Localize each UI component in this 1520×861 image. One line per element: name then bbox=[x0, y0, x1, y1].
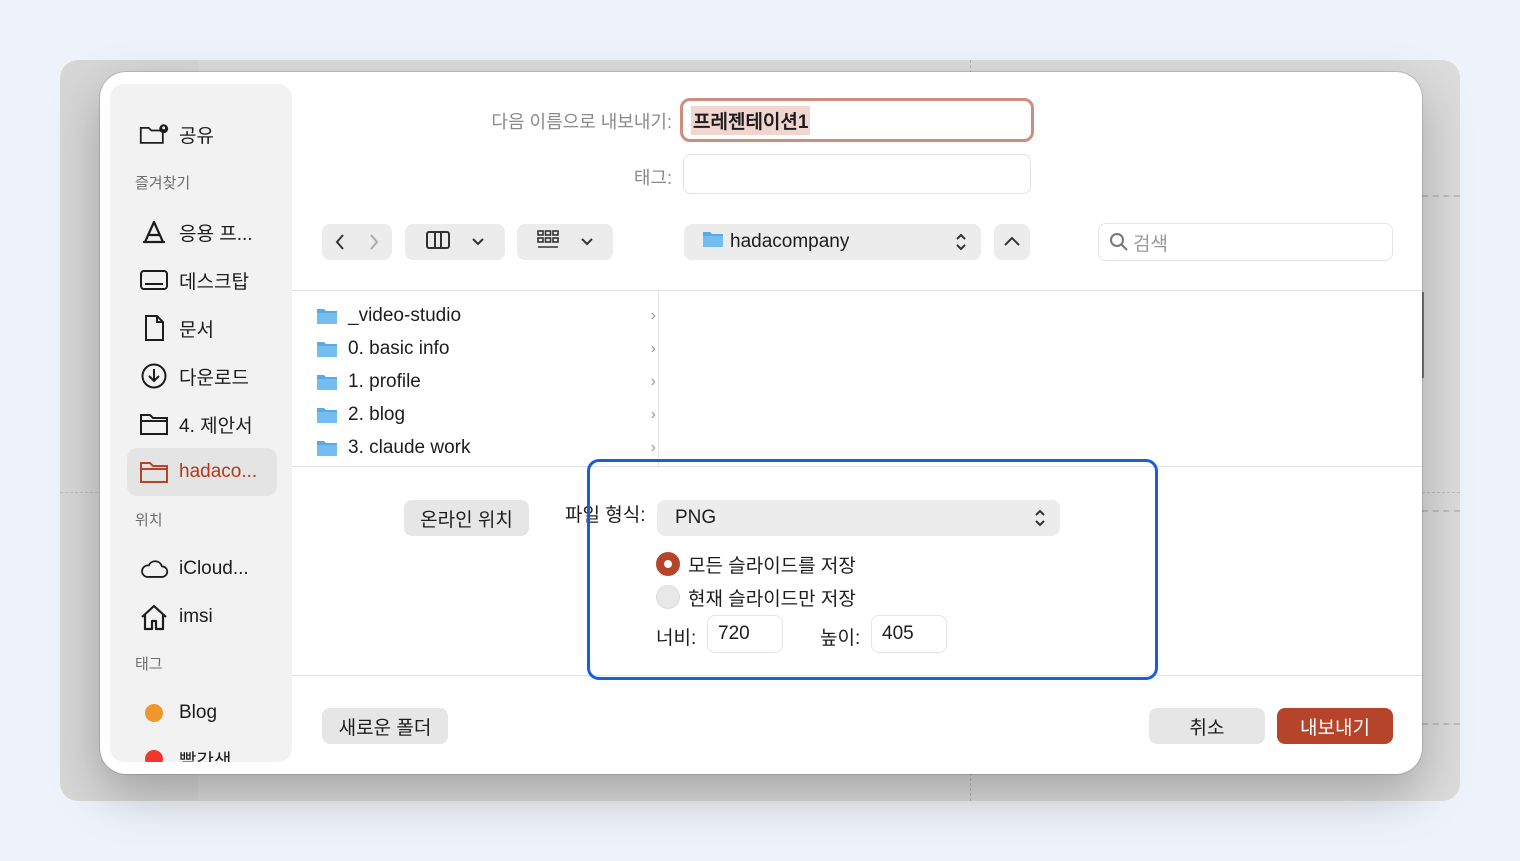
list-item[interactable]: _video-studio › bbox=[316, 301, 656, 331]
folder-name: 2. blog bbox=[348, 404, 406, 425]
file-name-input[interactable]: 프레젠테이션1 bbox=[680, 98, 1034, 142]
tag-color-dot bbox=[145, 750, 163, 762]
sidebar: 공유 즐겨찾기 응용 프... 데스크탑 문서 다운로드 4. 제안서 hada… bbox=[110, 84, 292, 762]
guide-line bbox=[1422, 195, 1460, 197]
desktop-icon bbox=[139, 265, 169, 295]
chevron-down-icon bbox=[472, 233, 484, 251]
chevron-right-icon: › bbox=[650, 340, 656, 357]
file-name-selection: 프레젠테이션1 bbox=[691, 105, 811, 135]
folder-icon bbox=[316, 406, 338, 424]
column-divider bbox=[658, 290, 659, 466]
chevron-right-icon: › bbox=[650, 373, 656, 390]
sidebar-item-label: Blog bbox=[179, 702, 218, 723]
sidebar-item-label: iCloud... bbox=[179, 558, 249, 579]
sidebar-item-documents[interactable]: 문서 bbox=[127, 304, 277, 352]
divider bbox=[292, 290, 1422, 291]
sidebar-item-label: 데스크탑 bbox=[179, 271, 249, 293]
list-item[interactable]: 0. basic info › bbox=[316, 334, 656, 364]
folder-icon bbox=[316, 439, 338, 457]
sidebar-item-label: imsi bbox=[179, 606, 213, 627]
folder-icon bbox=[316, 340, 338, 358]
home-icon bbox=[139, 602, 169, 632]
sidebar-item-label: 다운로드 bbox=[179, 367, 249, 389]
folder-icon bbox=[316, 373, 338, 391]
folder-icon bbox=[316, 307, 338, 325]
back-chevron-icon[interactable] bbox=[323, 233, 357, 251]
list-item[interactable]: 2. blog › bbox=[316, 400, 656, 430]
sidebar-item-label: 응용 프... bbox=[179, 223, 253, 245]
folder-name: 0. basic info bbox=[348, 338, 450, 359]
chevron-right-icon: › bbox=[650, 307, 656, 324]
chevron-down-icon bbox=[581, 233, 593, 251]
download-icon bbox=[139, 361, 169, 391]
search-placeholder: 검색 bbox=[1133, 233, 1168, 255]
chevron-up-icon bbox=[1004, 233, 1020, 251]
online-location-button[interactable]: 온라인 위치 bbox=[404, 500, 529, 536]
up-down-chevron-icon bbox=[955, 233, 967, 257]
folder-icon bbox=[139, 457, 169, 487]
folder-icon bbox=[139, 409, 169, 439]
column-view-icon bbox=[426, 230, 450, 254]
sidebar-item-label: 4. 제안서 bbox=[179, 415, 253, 437]
grid-icon bbox=[537, 229, 559, 255]
sidebar-item-label: 빨간색 bbox=[179, 750, 232, 763]
cancel-button[interactable]: 취소 bbox=[1149, 708, 1265, 744]
sidebar-item-label: hadaco... bbox=[179, 461, 258, 482]
sidebar-item-tag-red[interactable]: 빨간색 bbox=[127, 735, 277, 762]
tags-label: 태그: bbox=[633, 168, 672, 188]
sidebar-item-hadacompany[interactable]: hadaco... bbox=[127, 448, 277, 496]
forward-chevron-icon[interactable] bbox=[357, 233, 391, 251]
chevron-right-icon: › bbox=[650, 406, 656, 423]
guide-line bbox=[1422, 510, 1460, 512]
folder-icon bbox=[702, 230, 724, 254]
sidebar-item-desktop[interactable]: 데스크탑 bbox=[127, 256, 277, 304]
sidebar-item-label: 문서 bbox=[179, 319, 214, 341]
locations-header: 위치 bbox=[135, 512, 163, 529]
guide-line bbox=[1422, 723, 1460, 725]
sidebar-item-home[interactable]: imsi bbox=[127, 593, 277, 641]
highlight-annotation-box bbox=[587, 459, 1158, 680]
back-forward-buttons bbox=[322, 224, 392, 260]
sidebar-item-label: 공유 bbox=[179, 125, 214, 147]
sidebar-item-downloads[interactable]: 다운로드 bbox=[127, 352, 277, 400]
document-icon bbox=[139, 313, 169, 343]
sidebar-item-proposals[interactable]: 4. 제안서 bbox=[127, 400, 277, 448]
share-folder-icon bbox=[139, 119, 169, 149]
location-label: hadacompany bbox=[730, 231, 850, 252]
expand-collapse-button[interactable] bbox=[994, 224, 1030, 260]
apps-icon bbox=[139, 217, 169, 247]
sidebar-item-share[interactable]: 공유 bbox=[127, 110, 277, 158]
chevron-right-icon: › bbox=[650, 439, 656, 456]
folder-name: 1. profile bbox=[348, 371, 421, 392]
export-as-label: 다음 이름으로 내보내기: bbox=[491, 112, 672, 132]
folder-name: _video-studio bbox=[348, 305, 462, 326]
sidebar-item-icloud[interactable]: iCloud... bbox=[127, 545, 277, 593]
favorites-header: 즐겨찾기 bbox=[135, 175, 191, 192]
tags-header: 태그 bbox=[135, 656, 163, 673]
sidebar-item-applications[interactable]: 응용 프... bbox=[127, 208, 277, 256]
sidebar-item-tag-blog[interactable]: Blog bbox=[127, 689, 277, 737]
search-field[interactable]: 검색 bbox=[1098, 223, 1393, 261]
search-icon bbox=[1109, 232, 1129, 252]
cloud-icon bbox=[139, 554, 169, 584]
group-mode-button[interactable] bbox=[517, 224, 613, 260]
text-cursor bbox=[1422, 292, 1424, 378]
folder-name: 3. claude work bbox=[348, 437, 471, 458]
tags-input[interactable] bbox=[683, 154, 1031, 194]
location-popup[interactable]: hadacompany bbox=[684, 224, 981, 260]
list-item[interactable]: 1. profile › bbox=[316, 367, 656, 397]
tag-color-dot bbox=[145, 704, 163, 722]
export-button[interactable]: 내보내기 bbox=[1277, 708, 1393, 744]
new-folder-button[interactable]: 새로운 폴더 bbox=[322, 708, 448, 744]
view-mode-button[interactable] bbox=[405, 224, 505, 260]
